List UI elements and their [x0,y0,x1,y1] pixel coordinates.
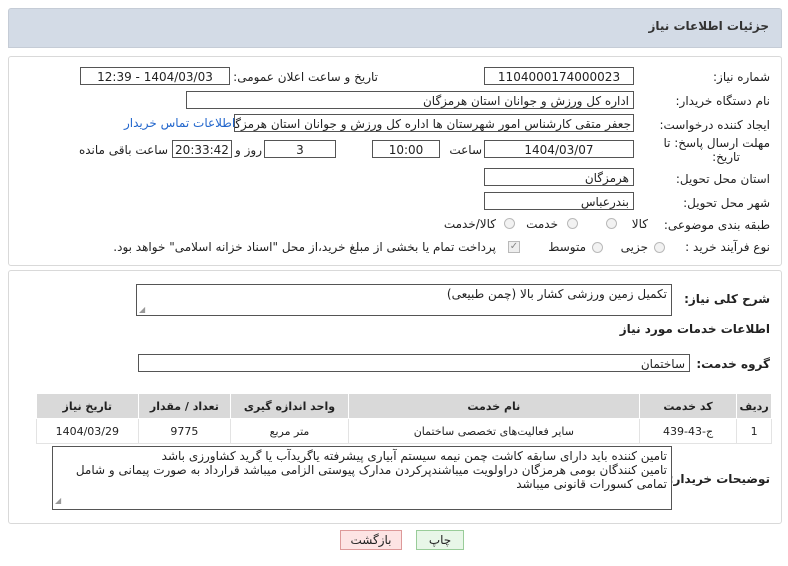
print-button[interactable]: چاپ [416,530,464,550]
process-option-medium: متوسط [548,240,586,254]
services-table: ردیف کد خدمت نام خدمت واحد اندازه گیری ت… [36,393,772,444]
page-title: جزئیات اطلاعات نیاز [648,19,769,33]
city-field[interactable]: بندرعباس [484,192,634,210]
process-radio-minor[interactable] [654,242,665,253]
col-unit: واحد اندازه گیری [230,393,349,419]
remaining-label: ساعت باقی مانده [78,143,168,157]
process-label: نوع فرآیند خرید : [685,240,770,254]
cell-date: 1404/03/29 [36,418,139,444]
col-qty: تعداد / مقدار [137,393,232,419]
cell-name: سایر فعالیت‌های تخصصی ساختمان [347,418,640,444]
services-title: اطلاعات خدمات مورد نیاز [619,322,770,336]
table-row: 1 ج-43-439 سایر فعالیت‌های تخصصی ساختمان… [36,418,772,444]
deadline-time-label: ساعت [449,143,482,157]
cell-code: ج-43-439 [638,418,738,444]
province-label: استان محل تحویل: [675,172,770,186]
buyer-field[interactable]: اداره کل ورزش و جوانان استان هرمزگان [186,91,634,109]
deadline-time-field[interactable]: 10:00 [372,140,440,158]
page-header: جزئیات اطلاعات نیاز [8,8,782,48]
col-date: تاریخ نیاز [36,393,139,419]
group-field[interactable]: ساختمان [138,354,690,372]
notes-textarea[interactable]: تامین کننده باید دارای سابقه کاشت چمن نی… [52,446,672,510]
category-radio-goods[interactable] [606,218,617,229]
category-option-service: خدمت [526,217,558,231]
treasury-checkbox[interactable]: ✓ [508,241,520,253]
category-option-goods: کالا [631,217,648,231]
summary-label: شرح کلی نیاز: [684,292,770,306]
payment-note: پرداخت تمام یا بخشی از مبلغ خرید،از محل … [113,240,496,254]
process-option-minor: جزیی [620,240,648,254]
category-label: طبقه بندی موضوعی: [663,218,770,232]
summary-text: تکمیل زمین ورزشی کشار بالا (چمن طبیعی) [446,287,667,301]
col-name: نام خدمت [347,393,640,419]
province-field[interactable]: هرمزگان [484,168,634,186]
group-label: گروه خدمت: [696,357,770,371]
need-info-panel [8,56,782,266]
cell-unit: متر مربع [230,418,349,444]
announce-label: تاریخ و ساعت اعلان عمومی: [233,70,378,84]
creator-field[interactable]: جعفر متقی کارشناس امور شهرستان ها اداره … [234,114,634,132]
summary-textarea[interactable]: تکمیل زمین ورزشی کشار بالا (چمن طبیعی) ◢ [136,284,672,316]
resize-grip-icon[interactable]: ◢ [139,305,145,314]
resize-grip-icon[interactable]: ◢ [55,494,61,508]
cell-qty: 9775 [137,418,232,444]
cell-row: 1 [736,418,772,444]
notes-line-1: تامین کننده باید دارای سابقه کاشت چمن نی… [161,449,667,463]
announce-field[interactable]: 1404/03/03 - 12:39 [80,67,230,85]
back-button[interactable]: بازگشت [340,530,402,550]
notes-line-2: تامین کنندگان بومی هرمزگان دراولویت میبا… [75,463,667,477]
buyer-label: نام دستگاه خریدار: [675,94,771,108]
deadline-date-field[interactable]: 1404/03/07 [484,140,634,158]
deadline-label-2: تاریخ: [712,150,740,164]
need-number-field[interactable]: 1104000174000023 [484,67,634,85]
services-table-header: ردیف کد خدمت نام خدمت واحد اندازه گیری ت… [36,393,772,419]
notes-label: توضیحات خریدار: [668,472,770,486]
days-field[interactable]: 3 [264,140,336,158]
category-radio-service[interactable] [567,218,578,229]
city-label: شهر محل تحویل: [683,196,770,210]
category-radio-goods-service[interactable] [504,218,515,229]
process-radio-medium[interactable] [592,242,603,253]
days-label: روز و [235,143,262,157]
col-code: کد خدمت [638,393,738,419]
creator-label: ایجاد کننده درخواست: [659,118,770,132]
col-row: ردیف [736,393,772,419]
need-number-label: شماره نیاز: [713,70,770,84]
deadline-label-1: مهلت ارسال پاسخ: تا [663,136,770,150]
remaining-time-field[interactable]: 20:33:42 [172,140,232,158]
contact-info-link[interactable]: اطلاعات تماس خریدار [124,116,235,130]
notes-line-3: تمامی کسورات قانونی میباشد [516,477,667,491]
category-option-goods-service: کالا/خدمت [443,217,496,231]
